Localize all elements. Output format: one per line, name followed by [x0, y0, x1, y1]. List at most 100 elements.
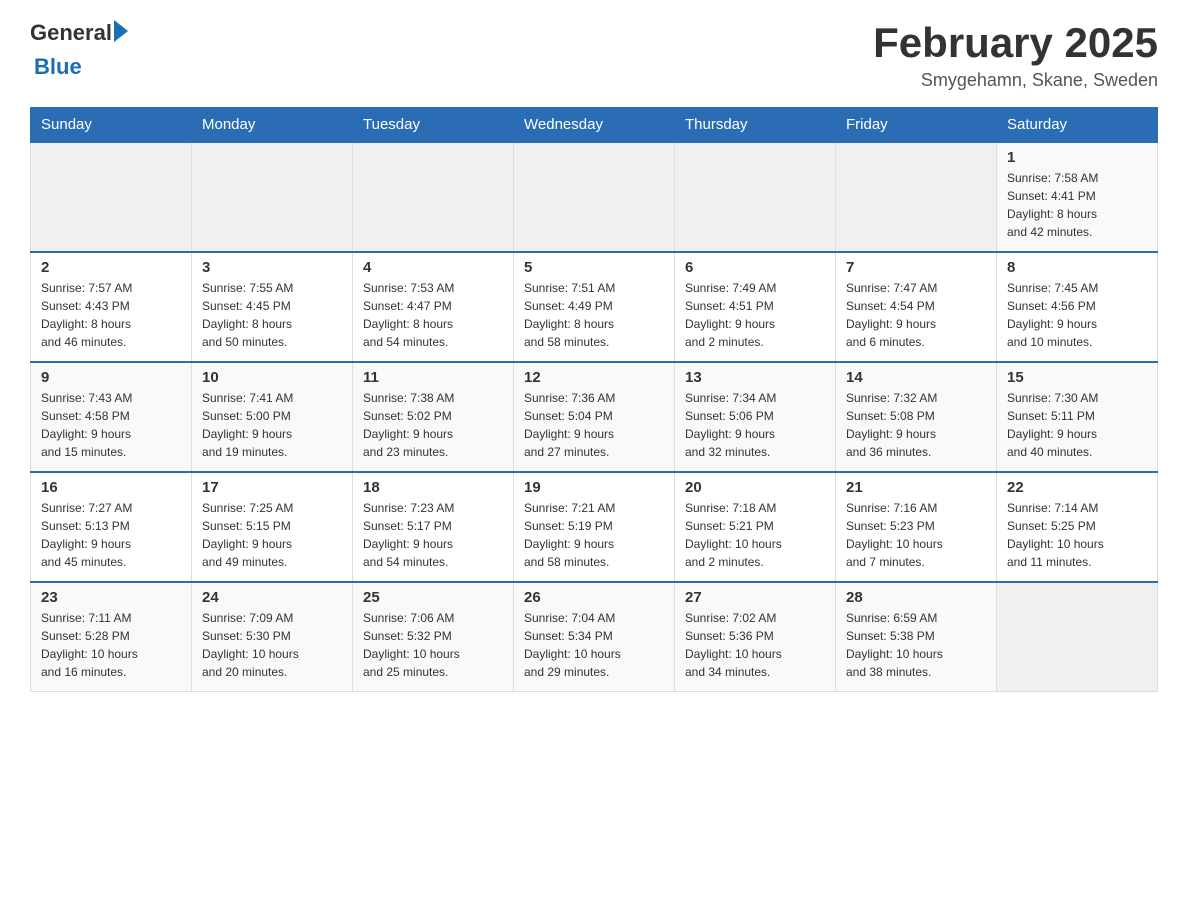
day-number: 27	[685, 589, 825, 606]
day-number: 14	[846, 369, 986, 386]
day-info: Sunrise: 7:23 AMSunset: 5:17 PMDaylight:…	[363, 499, 503, 571]
calendar-cell: 1Sunrise: 7:58 AMSunset: 4:41 PMDaylight…	[997, 142, 1158, 252]
header-tuesday: Tuesday	[353, 108, 514, 143]
calendar-cell	[353, 142, 514, 252]
day-info: Sunrise: 7:21 AMSunset: 5:19 PMDaylight:…	[524, 499, 664, 571]
calendar-cell	[31, 142, 192, 252]
day-number: 6	[685, 259, 825, 276]
calendar-cell	[192, 142, 353, 252]
day-info: Sunrise: 7:11 AMSunset: 5:28 PMDaylight:…	[41, 609, 181, 681]
day-info: Sunrise: 7:25 AMSunset: 5:15 PMDaylight:…	[202, 499, 342, 571]
day-number: 3	[202, 259, 342, 276]
day-number: 13	[685, 369, 825, 386]
day-number: 20	[685, 479, 825, 496]
day-number: 12	[524, 369, 664, 386]
day-info: Sunrise: 7:02 AMSunset: 5:36 PMDaylight:…	[685, 609, 825, 681]
day-number: 25	[363, 589, 503, 606]
day-info: Sunrise: 7:49 AMSunset: 4:51 PMDaylight:…	[685, 279, 825, 351]
calendar-cell: 5 Sunrise: 7:51 AMSunset: 4:49 PMDaylight…	[514, 252, 675, 362]
header-sunday: Sunday	[31, 108, 192, 143]
calendar-cell: 23 Sunrise: 7:11 AMSunset: 5:28 PMDayligh…	[31, 582, 192, 692]
header-monday: Monday	[192, 108, 353, 143]
calendar-week-row: 2 Sunrise: 7:57 AMSunset: 4:43 PMDaylight…	[31, 252, 1158, 362]
calendar-cell: 6 Sunrise: 7:49 AMSunset: 4:51 PMDaylight…	[675, 252, 836, 362]
day-info: Sunrise: 7:45 AMSunset: 4:56 PMDaylight:…	[1007, 279, 1147, 351]
calendar-cell: 10 Sunrise: 7:41 AMSunset: 5:00 PMDayligh…	[192, 362, 353, 472]
day-info: Sunrise: 7:32 AMSunset: 5:08 PMDaylight:…	[846, 389, 986, 461]
day-number: 16	[41, 479, 181, 496]
day-info: Sunrise: 7:53 AMSunset: 4:47 PMDaylight:…	[363, 279, 503, 351]
day-info: Sunrise: 7:34 AMSunset: 5:06 PMDaylight:…	[685, 389, 825, 461]
calendar-cell: 7 Sunrise: 7:47 AMSunset: 4:54 PMDaylight…	[836, 252, 997, 362]
day-number: 5	[524, 259, 664, 276]
day-number: 2	[41, 259, 181, 276]
day-number: 23	[41, 589, 181, 606]
location-text: Smygehamn, Skane, Sweden	[873, 70, 1158, 91]
calendar-cell: 24 Sunrise: 7:09 AMSunset: 5:30 PMDayligh…	[192, 582, 353, 692]
day-info: Sunrise: 7:18 AMSunset: 5:21 PMDaylight:…	[685, 499, 825, 571]
calendar-cell: 22 Sunrise: 7:14 AMSunset: 5:25 PMDayligh…	[997, 472, 1158, 582]
day-info: Sunrise: 7:41 AMSunset: 5:00 PMDaylight:…	[202, 389, 342, 461]
calendar-cell	[836, 142, 997, 252]
day-info: Sunrise: 7:57 AMSunset: 4:43 PMDaylight:…	[41, 279, 181, 351]
day-info: Sunrise: 7:27 AMSunset: 5:13 PMDaylight:…	[41, 499, 181, 571]
day-info: Sunrise: 7:38 AMSunset: 5:02 PMDaylight:…	[363, 389, 503, 461]
calendar-header-row: SundayMondayTuesdayWednesdayThursdayFrid…	[31, 108, 1158, 143]
day-number: 8	[1007, 259, 1147, 276]
calendar-cell	[675, 142, 836, 252]
day-info: Sunrise: 7:47 AMSunset: 4:54 PMDaylight:…	[846, 279, 986, 351]
calendar-cell: 9 Sunrise: 7:43 AMSunset: 4:58 PMDaylight…	[31, 362, 192, 472]
day-number: 15	[1007, 369, 1147, 386]
calendar-cell: 21 Sunrise: 7:16 AMSunset: 5:23 PMDayligh…	[836, 472, 997, 582]
day-info: Sunrise: 7:55 AMSunset: 4:45 PMDaylight:…	[202, 279, 342, 351]
day-number: 26	[524, 589, 664, 606]
header-wednesday: Wednesday	[514, 108, 675, 143]
day-number: 9	[41, 369, 181, 386]
day-info: Sunrise: 7:14 AMSunset: 5:25 PMDaylight:…	[1007, 499, 1147, 571]
day-info: Sunrise: 7:16 AMSunset: 5:23 PMDaylight:…	[846, 499, 986, 571]
calendar-cell: 2 Sunrise: 7:57 AMSunset: 4:43 PMDaylight…	[31, 252, 192, 362]
calendar-cell: 20 Sunrise: 7:18 AMSunset: 5:21 PMDayligh…	[675, 472, 836, 582]
calendar-cell: 17 Sunrise: 7:25 AMSunset: 5:15 PMDayligh…	[192, 472, 353, 582]
logo-blue-text: Blue	[34, 54, 128, 80]
calendar-cell: 14 Sunrise: 7:32 AMSunset: 5:08 PMDayligh…	[836, 362, 997, 472]
day-number: 22	[1007, 479, 1147, 496]
calendar-cell: 25 Sunrise: 7:06 AMSunset: 5:32 PMDayligh…	[353, 582, 514, 692]
day-info: Sunrise: 6:59 AMSunset: 5:38 PMDaylight:…	[846, 609, 986, 681]
day-number: 11	[363, 369, 503, 386]
day-number: 4	[363, 259, 503, 276]
month-title: February 2025	[873, 20, 1158, 66]
calendar-cell: 12 Sunrise: 7:36 AMSunset: 5:04 PMDayligh…	[514, 362, 675, 472]
day-number: 10	[202, 369, 342, 386]
day-info: Sunrise: 7:04 AMSunset: 5:34 PMDaylight:…	[524, 609, 664, 681]
day-number: 28	[846, 589, 986, 606]
logo-general-text: General	[30, 20, 112, 46]
day-info: Sunrise: 7:51 AMSunset: 4:49 PMDaylight:…	[524, 279, 664, 351]
day-number: 18	[363, 479, 503, 496]
day-number: 17	[202, 479, 342, 496]
calendar-cell: 8 Sunrise: 7:45 AMSunset: 4:56 PMDaylight…	[997, 252, 1158, 362]
day-number: 21	[846, 479, 986, 496]
header-saturday: Saturday	[997, 108, 1158, 143]
day-info: Sunrise: 7:06 AMSunset: 5:32 PMDaylight:…	[363, 609, 503, 681]
calendar-cell	[514, 142, 675, 252]
calendar-cell: 26 Sunrise: 7:04 AMSunset: 5:34 PMDayligh…	[514, 582, 675, 692]
header-friday: Friday	[836, 108, 997, 143]
calendar-week-row: 23 Sunrise: 7:11 AMSunset: 5:28 PMDayligh…	[31, 582, 1158, 692]
day-info: Sunrise: 7:09 AMSunset: 5:30 PMDaylight:…	[202, 609, 342, 681]
day-number: 24	[202, 589, 342, 606]
title-area: February 2025 Smygehamn, Skane, Sweden	[873, 20, 1158, 91]
day-info: Sunrise: 7:36 AMSunset: 5:04 PMDaylight:…	[524, 389, 664, 461]
calendar-cell: 18 Sunrise: 7:23 AMSunset: 5:17 PMDayligh…	[353, 472, 514, 582]
day-number: 1	[1007, 149, 1147, 166]
calendar-cell: 3 Sunrise: 7:55 AMSunset: 4:45 PMDaylight…	[192, 252, 353, 362]
calendar-cell: 16 Sunrise: 7:27 AMSunset: 5:13 PMDayligh…	[31, 472, 192, 582]
calendar-week-row: 16 Sunrise: 7:27 AMSunset: 5:13 PMDayligh…	[31, 472, 1158, 582]
calendar-cell: 15 Sunrise: 7:30 AMSunset: 5:11 PMDayligh…	[997, 362, 1158, 472]
calendar-cell: 28 Sunrise: 6:59 AMSunset: 5:38 PMDayligh…	[836, 582, 997, 692]
day-number: 7	[846, 259, 986, 276]
logo: General Blue	[30, 20, 128, 80]
day-info: Sunrise: 7:43 AMSunset: 4:58 PMDaylight:…	[41, 389, 181, 461]
day-info: Sunrise: 7:30 AMSunset: 5:11 PMDaylight:…	[1007, 389, 1147, 461]
calendar-cell: 13 Sunrise: 7:34 AMSunset: 5:06 PMDayligh…	[675, 362, 836, 472]
